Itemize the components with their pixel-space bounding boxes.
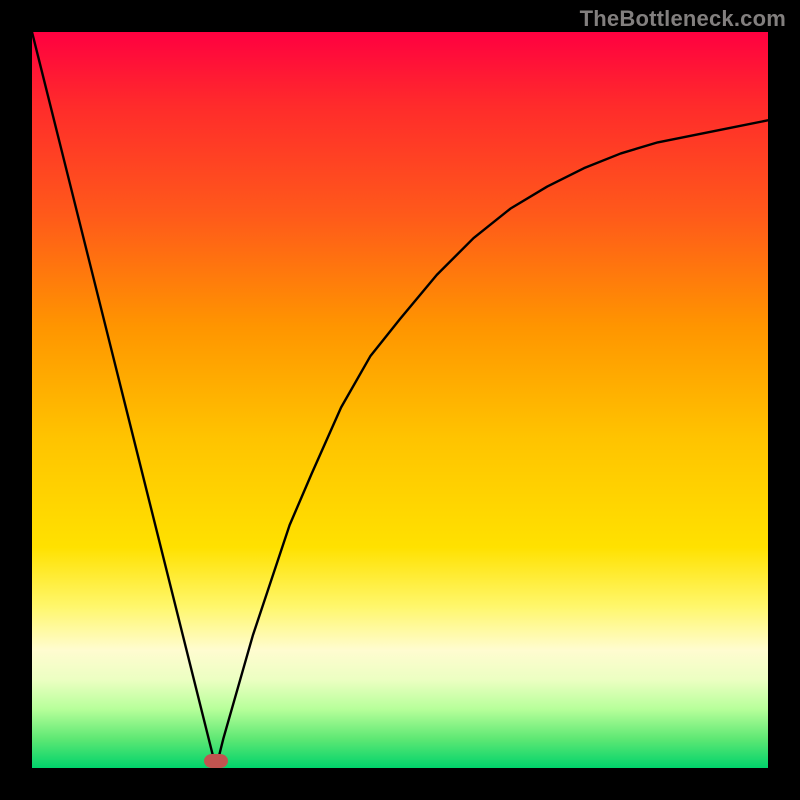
- chart-frame: TheBottleneck.com: [0, 0, 800, 800]
- plot-area: [32, 32, 768, 768]
- chart-curve-svg: [32, 32, 768, 768]
- valley-marker: [204, 754, 228, 768]
- watermark-text: TheBottleneck.com: [580, 6, 786, 32]
- chart-curve: [32, 32, 768, 768]
